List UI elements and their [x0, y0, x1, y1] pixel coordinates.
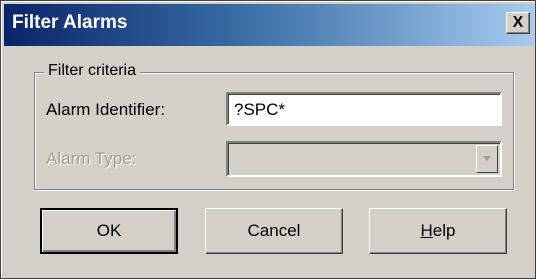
alarm-type-dropdown-button[interactable] — [476, 145, 498, 173]
cancel-button[interactable]: Cancel — [205, 208, 343, 254]
close-icon: X — [512, 14, 524, 31]
cancel-button-label: Cancel — [247, 221, 301, 240]
ok-button[interactable]: OK — [40, 208, 178, 254]
alarm-identifier-label: Alarm Identifier: — [46, 100, 166, 119]
dialog-title: Filter Alarms — [12, 12, 128, 33]
help-button[interactable]: Help — [369, 208, 507, 254]
alarm-identifier-value: ?SPC* — [234, 100, 286, 119]
ok-button-label: OK — [96, 221, 122, 240]
alarm-type-label: Alarm Type: — [46, 149, 137, 168]
help-label-rest: elp — [432, 221, 456, 240]
close-button[interactable]: X — [506, 12, 530, 34]
alarm-type-select[interactable] — [226, 141, 502, 177]
title-bar[interactable]: Filter Alarms X — [4, 4, 534, 46]
help-mnemonic: H — [420, 221, 433, 240]
filter-criteria-legend: Filter criteria — [44, 62, 141, 80]
help-button-label: Help — [421, 221, 456, 241]
alarm-identifier-input[interactable]: ?SPC* — [226, 92, 502, 126]
chevron-down-icon — [483, 156, 491, 161]
